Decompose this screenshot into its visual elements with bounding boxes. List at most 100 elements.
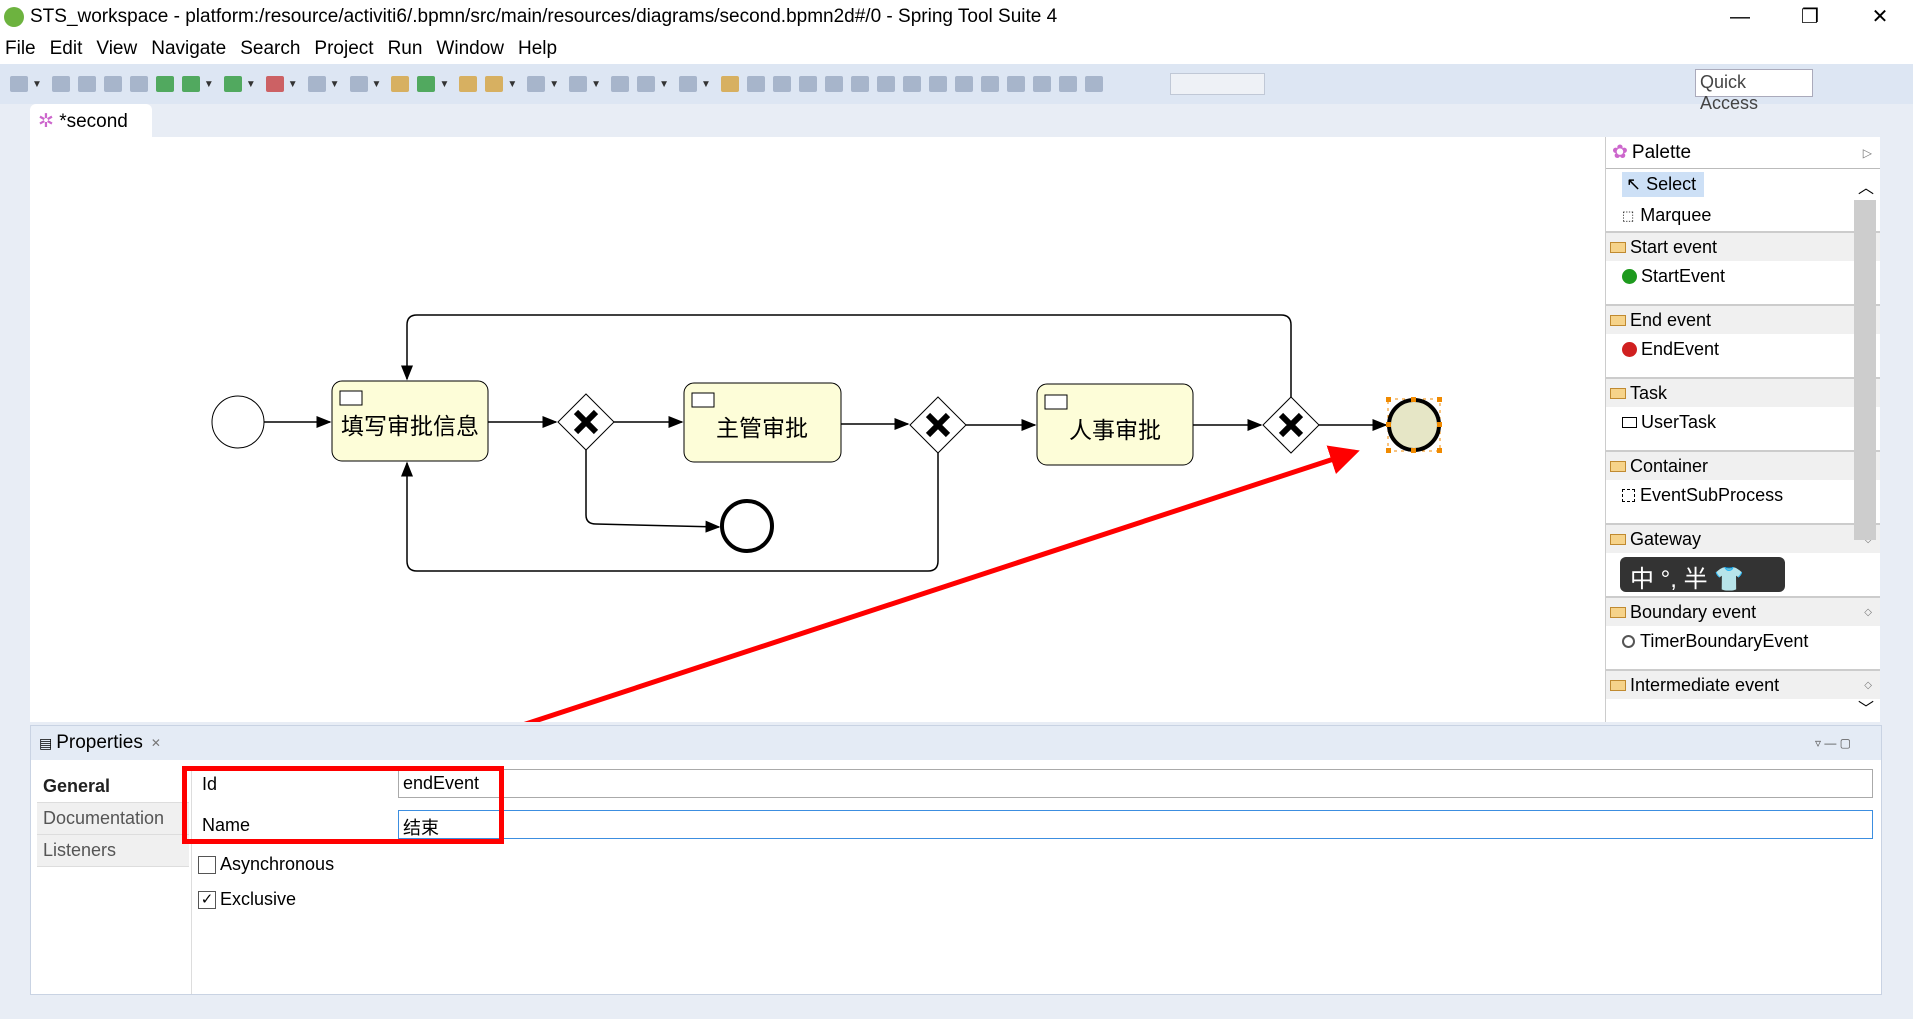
zoom-fit-icon[interactable] — [1032, 76, 1051, 92]
menu-edit[interactable]: Edit — [50, 38, 83, 60]
palette-item-usertask[interactable]: UserTask — [1606, 407, 1880, 438]
match-width-icon[interactable] — [980, 76, 999, 92]
back-icon[interactable] — [637, 76, 656, 92]
menu-window[interactable]: Window — [436, 38, 504, 60]
menu-navigate[interactable]: Navigate — [151, 38, 226, 60]
palette-header: ✿ Palette ▷ — [1606, 137, 1880, 169]
debug-icon[interactable] — [181, 76, 200, 92]
undo-icon[interactable] — [720, 76, 739, 92]
redo-icon[interactable] — [746, 76, 765, 92]
palette-item-endevent[interactable]: EndEvent — [1606, 334, 1880, 365]
exclusive-gateway-3 — [1262, 396, 1320, 454]
diagram-canvas[interactable]: 填写审批信息 主管审批 人事审批 — [30, 137, 1605, 741]
close-view-icon[interactable]: ✕ — [151, 736, 161, 750]
menu-help[interactable]: Help — [518, 38, 557, 60]
skin-icon: 👕 — [1714, 566, 1745, 593]
new-icon[interactable] — [10, 76, 28, 92]
properties-view: ▤ Properties ✕ ▿ — ▢ General Documentati… — [30, 725, 1882, 995]
drawer-gateway[interactable]: Gateway◇ — [1606, 523, 1880, 553]
palette-collapse-icon[interactable]: ▷ — [1863, 146, 1872, 160]
properties-icon: ▤ — [39, 734, 53, 751]
folder-icon — [1610, 387, 1626, 399]
align-right-icon[interactable] — [876, 76, 895, 92]
minimize-button[interactable]: — — [1710, 0, 1770, 34]
align-top-icon[interactable] — [902, 76, 921, 92]
asynchronous-checkbox[interactable]: Asynchronous — [198, 854, 334, 875]
menu-run[interactable]: Run — [388, 38, 423, 60]
menu-project[interactable]: Project — [314, 38, 373, 60]
tab-listeners[interactable]: Listeners — [37, 835, 189, 867]
align-middle-icon[interactable] — [928, 76, 947, 92]
zoom-in-icon[interactable] — [1084, 76, 1103, 92]
align-bottom-icon[interactable] — [954, 76, 973, 92]
launch-icon[interactable] — [349, 76, 368, 92]
restore-button[interactable]: ❐ — [1780, 0, 1840, 34]
palette-item-startevent[interactable]: StartEvent — [1606, 261, 1880, 292]
stop-icon[interactable] — [307, 76, 326, 92]
task-label-3: 人事审批 — [1069, 418, 1161, 444]
align-left-icon[interactable] — [824, 76, 843, 92]
palette-item-eventsubprocess[interactable]: EventSubProcess — [1606, 480, 1880, 511]
pin-icon: ◇ — [1864, 679, 1872, 691]
skip-breakpoints-icon[interactable] — [129, 76, 148, 92]
editor-tab-second[interactable]: ✲ *second ✕ — [30, 104, 152, 152]
menu-search[interactable]: Search — [240, 38, 300, 60]
save-all-icon[interactable] — [77, 76, 96, 92]
window-title: STS_workspace - platform:/resource/activ… — [30, 6, 1058, 27]
run-icon[interactable] — [223, 76, 242, 92]
drawer-end-event[interactable]: End event◇ — [1606, 304, 1880, 334]
zoom-out-icon[interactable] — [1058, 76, 1077, 92]
console-icon[interactable] — [103, 76, 122, 92]
palette-scrollbar[interactable] — [1854, 200, 1876, 540]
new-class-icon[interactable] — [417, 76, 436, 92]
status-bar — [0, 995, 1913, 1019]
palette-icon: ✿ — [1612, 142, 1628, 163]
drawer-container[interactable]: Container◇ — [1606, 450, 1880, 480]
scroll-down-icon[interactable]: ﹀ — [1858, 695, 1874, 719]
drawer-intermediate-event[interactable]: Intermediate event ◇ — [1606, 669, 1880, 699]
paste-icon[interactable] — [798, 76, 817, 92]
forward-icon[interactable] — [678, 76, 697, 92]
palette-tool-select[interactable]: ↖ Select — [1606, 169, 1880, 200]
minimize-view-icon[interactable]: ▿ — ▢ — [1815, 736, 1851, 750]
palette-item-timerboundaryevent[interactable]: TimerBoundaryEvent — [1606, 626, 1880, 657]
task-label-2: 主管审批 — [716, 416, 808, 442]
copy-icon[interactable] — [772, 76, 791, 92]
drawer-start-event[interactable]: Start event◇ — [1606, 231, 1880, 261]
spring-boot-icon[interactable] — [155, 76, 174, 92]
tab-general[interactable]: General — [37, 771, 189, 803]
id-input[interactable]: endEvent — [398, 769, 1873, 798]
menu-bar: File Edit View Navigate Search Project R… — [0, 34, 1913, 64]
prev-annotation-icon[interactable] — [569, 76, 588, 92]
last-edit-icon[interactable] — [611, 76, 630, 92]
end-event-selected — [1386, 397, 1442, 453]
close-button[interactable]: ✕ — [1850, 0, 1910, 34]
open-type-icon[interactable] — [459, 76, 478, 92]
tab-documentation[interactable]: Documentation — [37, 803, 189, 835]
align-center-icon[interactable] — [850, 76, 869, 92]
end-event-icon — [1622, 342, 1637, 357]
folder-icon — [1610, 533, 1626, 545]
folder-icon — [1610, 241, 1626, 253]
external-tools-icon[interactable] — [265, 76, 284, 92]
palette-title: Palette — [1631, 141, 1692, 163]
zoom-combo[interactable] — [1170, 73, 1265, 95]
folder-icon — [1610, 606, 1626, 618]
search-icon[interactable] — [485, 76, 504, 92]
drawer-task[interactable]: Task◇ — [1606, 377, 1880, 407]
exclusive-checkbox[interactable]: ✓ Exclusive — [198, 889, 296, 910]
match-height-icon[interactable] — [1006, 76, 1025, 92]
palette-tool-marquee[interactable]: ⬚ Marquee — [1606, 200, 1880, 231]
scroll-up-icon[interactable]: ︿ — [1858, 174, 1874, 198]
drawer-boundary-event[interactable]: Boundary event ◇ — [1606, 596, 1880, 626]
new-package-icon[interactable] — [391, 76, 410, 92]
save-icon[interactable] — [51, 76, 70, 92]
next-annotation-icon[interactable] — [527, 76, 546, 92]
quick-access-input[interactable]: Quick Access — [1695, 69, 1813, 113]
start-event-icon — [1622, 269, 1637, 284]
sts-logo-icon — [4, 7, 24, 27]
name-input[interactable]: 结束 — [398, 810, 1873, 839]
menu-view[interactable]: View — [96, 38, 137, 60]
bpmn-diagram[interactable]: 填写审批信息 主管审批 人事审批 — [30, 137, 1605, 741]
menu-file[interactable]: File — [5, 38, 36, 60]
